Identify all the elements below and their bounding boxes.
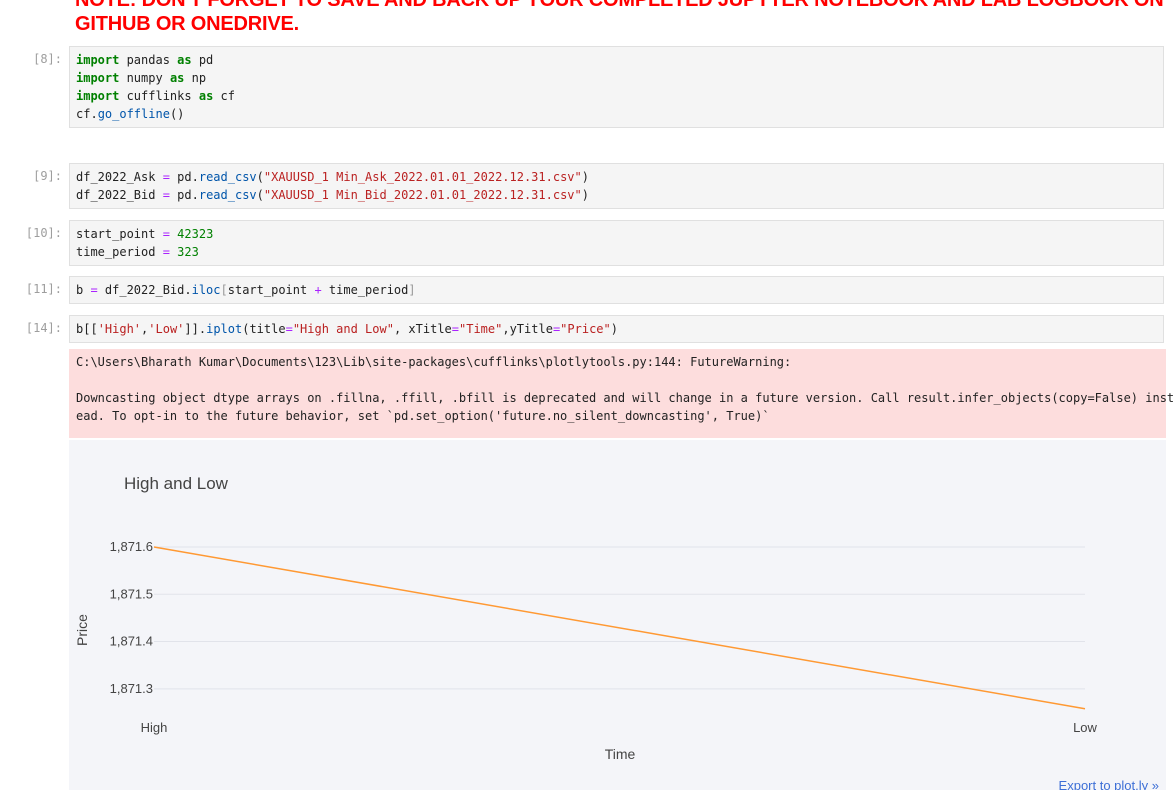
code-token: ,yTitle bbox=[502, 322, 553, 336]
code-token: "XAUUSD_1 Min_Bid_2022.01.01_2022.12.31.… bbox=[263, 188, 582, 202]
code-token: as bbox=[169, 71, 185, 85]
code-token: read_csv bbox=[198, 170, 257, 184]
x-tick-label: Low bbox=[1073, 720, 1097, 735]
y-tick-label: 1,871.3 bbox=[110, 681, 153, 696]
code-token: ]]. bbox=[184, 322, 207, 336]
code-token: cufflinks bbox=[119, 89, 199, 103]
code-token: as bbox=[177, 53, 192, 67]
code-token: iplot bbox=[206, 322, 243, 336]
y-axis-title: Price bbox=[74, 614, 90, 646]
code-token: "XAUUSD_1 Min_Ask_2022.01.01_2022.12.31.… bbox=[263, 170, 582, 184]
code-token: pandas bbox=[119, 53, 178, 67]
chart-svg[interactable]: High and Low 1,871.6 1,871.5 1,871.4 1,871.… bbox=[69, 440, 1166, 793]
code-token: as bbox=[198, 89, 214, 103]
code-cell[interactable]: b[['High','Low']].iplot(title="High and … bbox=[69, 315, 1164, 343]
chart-title: High and Low bbox=[124, 474, 229, 493]
series-line[interactable] bbox=[153, 546, 1086, 710]
code-line: cf.go_offline() bbox=[76, 105, 1157, 123]
stderr-output: C:\Users\Bharath Kumar\Documents\123\Lib… bbox=[69, 349, 1175, 438]
code-token: = bbox=[162, 188, 170, 202]
code-token: = bbox=[162, 170, 170, 184]
code-line: b[['High','Low']].iplot(title="High and … bbox=[76, 320, 1157, 338]
code-cell[interactable]: start_point = 42323 time_period = 323 bbox=[69, 220, 1164, 266]
warning-line: Downcasting object dtype arrays on .fill… bbox=[76, 391, 1175, 405]
code-line: df_2022_Bid = pd.read_csv("XAUUSD_1 Min_… bbox=[76, 186, 1157, 204]
code-token: , xTitle bbox=[393, 322, 452, 336]
code-token: pd. bbox=[169, 170, 199, 184]
code-token: "Price" bbox=[560, 322, 611, 336]
code-token: [ bbox=[220, 283, 228, 297]
code-cell[interactable]: import pandas as pd import numpy as np imp… bbox=[69, 46, 1164, 128]
code-token: iloc bbox=[191, 283, 221, 297]
code-token: ] bbox=[408, 283, 416, 297]
code-token: 323 bbox=[177, 245, 199, 259]
code-cell[interactable]: df_2022_Ask = pd.read_csv("XAUUSD_1 Min_… bbox=[69, 163, 1164, 209]
code-token: start_point bbox=[76, 227, 163, 241]
code-token: ) bbox=[581, 170, 589, 184]
code-token: ( bbox=[256, 188, 264, 202]
save-reminder-note: NOTE: DON'T FORGET TO SAVE AND BACK UP Y… bbox=[75, 0, 1165, 36]
code-line: df_2022_Ask = pd.read_csv("XAUUSD_1 Min_… bbox=[76, 168, 1157, 186]
code-token: import bbox=[76, 53, 120, 67]
code-token: import bbox=[76, 71, 120, 85]
code-token: b bbox=[76, 283, 91, 297]
code-token: start_point bbox=[227, 283, 315, 297]
code-token: (title bbox=[242, 322, 286, 336]
code-line: start_point = 42323 bbox=[76, 225, 1157, 243]
code-token: "Time" bbox=[459, 322, 503, 336]
y-tick-label: 1,871.6 bbox=[110, 539, 153, 554]
code-token: 'High' bbox=[97, 322, 142, 336]
code-token: ) bbox=[610, 322, 618, 336]
code-token: ) bbox=[581, 188, 589, 202]
y-tick-label: 1,871.5 bbox=[110, 586, 153, 601]
code-token: "High and Low" bbox=[292, 322, 394, 336]
code-token: cf. bbox=[76, 107, 98, 121]
code-token: = bbox=[162, 227, 170, 241]
code-token: = bbox=[162, 245, 170, 259]
cell-prompt: [9]: bbox=[33, 169, 62, 183]
code-token: pd bbox=[191, 53, 214, 67]
code-token: df_2022_Bid. bbox=[97, 283, 192, 297]
code-token: numpy bbox=[119, 71, 170, 85]
code-line: time_period = 323 bbox=[76, 243, 1157, 261]
code-token: df_2022_Ask bbox=[76, 170, 163, 184]
code-token: 42323 bbox=[177, 227, 214, 241]
code-token: = bbox=[90, 283, 98, 297]
y-tick-label: 1,871.4 bbox=[110, 634, 153, 649]
x-axis-title: Time bbox=[605, 746, 636, 762]
code-line: import pandas as pd bbox=[76, 51, 1157, 69]
note-line-2: GITHUB OR ONEDRIVE. bbox=[75, 13, 299, 35]
code-line: import cufflinks as cf bbox=[76, 87, 1157, 105]
code-token: = bbox=[451, 322, 459, 336]
warning-line: C:\Users\Bharath Kumar\Documents\123\Lib… bbox=[76, 355, 792, 369]
code-cell[interactable]: b = df_2022_Bid.iloc[start_point + time_… bbox=[69, 276, 1164, 304]
code-token: ( bbox=[256, 170, 264, 184]
cell-prompt: [11]: bbox=[25, 282, 62, 296]
code-token: 'Low' bbox=[148, 322, 185, 336]
code-token: read_csv bbox=[198, 188, 257, 202]
code-line: import numpy as np bbox=[76, 69, 1157, 87]
code-token: import bbox=[76, 89, 120, 103]
cell-prompt: [14]: bbox=[25, 321, 62, 335]
code-token: time_period bbox=[321, 283, 409, 297]
note-line-1: NOTE: DON'T FORGET TO SAVE AND BACK UP Y… bbox=[75, 0, 1164, 11]
plotly-chart[interactable]: High and Low 1,871.6 1,871.5 1,871.4 1,871.… bbox=[69, 440, 1166, 793]
export-to-plotly-link[interactable]: Export to plot.ly » bbox=[1059, 778, 1159, 793]
code-token: df_2022_Bid bbox=[76, 188, 163, 202]
code-token: = bbox=[285, 322, 293, 336]
code-line: b = df_2022_Bid.iloc[start_point + time_… bbox=[76, 281, 1157, 299]
x-tick-label: High bbox=[141, 720, 168, 735]
code-token: cf bbox=[213, 89, 235, 103]
cell-prompt: [8]: bbox=[33, 52, 62, 66]
code-token: + bbox=[314, 283, 322, 297]
code-token: () bbox=[169, 107, 185, 121]
cell-prompt: [10]: bbox=[25, 226, 62, 240]
code-token: go_offline bbox=[97, 107, 170, 121]
code-token: time_period bbox=[76, 245, 163, 259]
code-token: pd. bbox=[169, 188, 199, 202]
code-token: b[[ bbox=[76, 322, 98, 336]
code-token: np bbox=[184, 71, 207, 85]
warning-line: ead. To opt-in to the future behavior, s… bbox=[76, 409, 770, 423]
